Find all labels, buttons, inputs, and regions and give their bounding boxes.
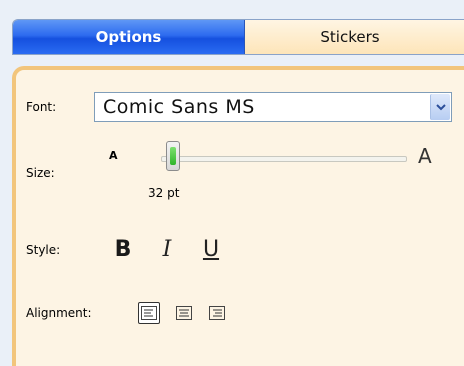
size-value: 32 pt bbox=[148, 186, 180, 200]
size-slider[interactable] bbox=[161, 156, 407, 162]
size-slider-thumb[interactable] bbox=[166, 141, 181, 171]
font-select-value: Comic Sans MS bbox=[103, 96, 255, 118]
align-left-icon bbox=[141, 306, 157, 320]
tab-options[interactable]: Options bbox=[13, 20, 245, 54]
size-label: Size: bbox=[26, 166, 55, 180]
size-small-icon: A bbox=[109, 149, 118, 162]
size-large-icon: A bbox=[418, 144, 432, 168]
chevron-down-icon-svg bbox=[435, 104, 446, 111]
align-right-icon bbox=[209, 306, 225, 320]
tab-stickers[interactable]: Stickers bbox=[245, 20, 464, 54]
alignment-label: Alignment: bbox=[26, 306, 92, 320]
style-label: Style: bbox=[26, 243, 61, 257]
slider-grip bbox=[170, 147, 177, 165]
align-center-button[interactable] bbox=[173, 302, 195, 324]
bold-button[interactable]: B bbox=[110, 236, 136, 262]
align-left-button[interactable] bbox=[138, 302, 160, 324]
align-center-icon bbox=[176, 306, 192, 320]
italic-button[interactable]: I bbox=[156, 236, 178, 262]
underline-button[interactable]: U bbox=[200, 236, 222, 262]
tab-bar: Options Stickers bbox=[12, 19, 464, 55]
font-label: Font: bbox=[26, 100, 57, 114]
options-panel: Font: Comic Sans MS Size: A A 32 pt Styl… bbox=[12, 66, 464, 366]
align-right-button[interactable] bbox=[206, 302, 228, 324]
font-select[interactable]: Comic Sans MS bbox=[94, 92, 452, 122]
chevron-down-icon[interactable] bbox=[430, 94, 450, 120]
